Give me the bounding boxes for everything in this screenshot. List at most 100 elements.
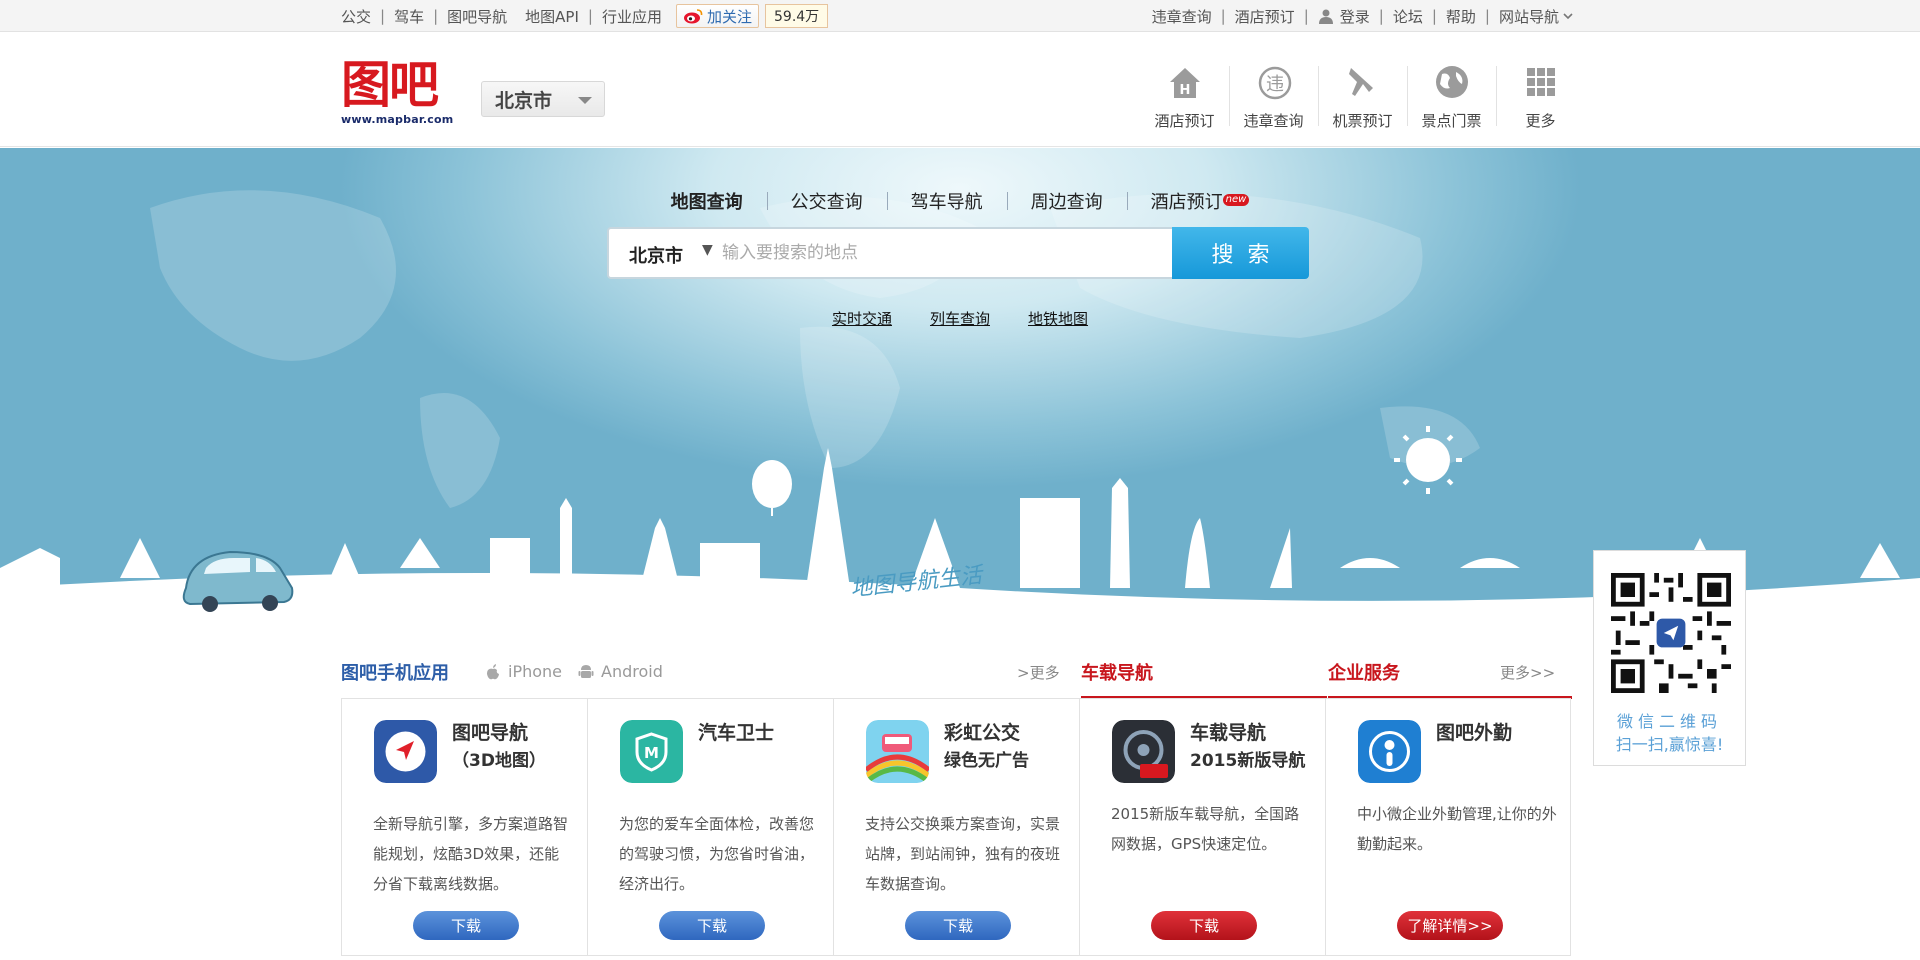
car-illustration (182, 550, 294, 612)
separator: | (380, 7, 386, 25)
mapbar-logo[interactable]: 图吧 www.mapbar.com (341, 59, 453, 126)
toplink-bus[interactable]: 公交 (341, 6, 371, 27)
enterprise-title: 企业服务 (1328, 663, 1400, 684)
tab-bus-search[interactable]: 公交查询 (766, 188, 887, 214)
app-description: 支持公交换乘方案查询，实景站牌，到站闹钟，独有的夜班车数据查询。 (865, 815, 1061, 893)
toplink-hotel[interactable]: 酒店预订 (1235, 6, 1295, 27)
separator: | (1484, 7, 1490, 25)
dropdown-arrow-icon[interactable]: ▼ (702, 242, 713, 258)
app-name: 图吧导航 （3D地图） (452, 722, 546, 771)
chevron-down-icon (1563, 13, 1573, 20)
platform-iphone[interactable]: iPhone (484, 662, 562, 681)
tab-nearby-search[interactable]: 周边查询 (1006, 188, 1127, 214)
car-navigation-app-icon[interactable] (1112, 720, 1175, 783)
quick-nav-hotel[interactable]: H 酒店预订 (1140, 62, 1229, 131)
svg-text:违: 违 (1266, 74, 1284, 95)
top-right-links: 违章查询 | 酒店预订 | 登录 | 论坛 | 帮助 | 网站导航 (1152, 0, 1574, 32)
mapbar-nav-app-icon[interactable] (374, 720, 437, 783)
login-link[interactable]: 登录 (1340, 6, 1370, 27)
car-nav-title: 车载导航 (1081, 663, 1153, 684)
download-button[interactable]: 下载 (413, 911, 519, 940)
qr-code-image (1611, 573, 1731, 693)
qr-caption-title: 微信二维码 (1616, 712, 1722, 731)
learn-more-button[interactable]: 了解详情>> (1397, 911, 1503, 940)
search-city-select[interactable]: 北京市 (629, 242, 683, 268)
user-icon (1318, 9, 1333, 24)
app-cards: 图吧导航 （3D地图） 全新导航引擎，多方案道路智能规划，炫酷3D效果，还能分省… (341, 698, 1571, 956)
download-button[interactable]: 下载 (659, 911, 765, 940)
violation-icon: 违 (1258, 66, 1291, 100)
app-name: 彩虹公交 绿色无广告 (944, 722, 1029, 771)
hotel-icon: H (1169, 68, 1200, 98)
link-subway-map[interactable]: 地铁地图 (1028, 308, 1088, 329)
quick-nav-label: 机票预订 (1332, 112, 1393, 130)
app-card-car-navigation: 车载导航 2015新版导航 2015新版车载导航，全国路网数据，GPS快速定位。… (1079, 698, 1325, 956)
tab-hotel-booking[interactable]: 酒店预订 new (1126, 188, 1274, 214)
quick-nav-violation[interactable]: 违 违章查询 (1229, 62, 1318, 131)
toplink-navigation[interactable]: 图吧导航 (447, 6, 507, 27)
weibo-follow-label: 加关注 (706, 7, 752, 26)
download-button[interactable]: 下载 (1151, 911, 1257, 940)
search-button[interactable]: 搜索 (1172, 227, 1309, 279)
tab-hotel-booking-label: 酒店预订 (1150, 192, 1223, 213)
separator: | (1303, 7, 1309, 25)
svg-text:M: M (644, 744, 659, 762)
plane-icon (1348, 68, 1373, 96)
svg-text:H: H (1179, 83, 1190, 98)
forum-link[interactable]: 论坛 (1393, 6, 1423, 27)
quick-nav-tickets[interactable]: 景点门票 (1407, 62, 1496, 131)
globe-icon (1435, 66, 1468, 98)
app-description: 2015新版车载导航，全国路网数据，GPS快速定位。 (1111, 805, 1300, 853)
site-nav-link[interactable]: 网站导航 (1499, 6, 1559, 27)
logo-url: www.mapbar.com (341, 113, 454, 126)
enterprise-more-link[interactable]: 更多>> (1500, 662, 1555, 683)
separator: | (433, 7, 439, 25)
field-service-app-icon[interactable] (1358, 720, 1421, 783)
weibo-icon (683, 9, 703, 24)
app-card-car-guard: M 汽车卫士 为您的爱车全面体检，改善您的驾驶习惯，为您省时省油，经济出行。 下… (587, 698, 833, 956)
app-name: 汽车卫士 (698, 722, 775, 744)
android-icon (578, 664, 594, 678)
tab-map-search[interactable]: 地图查询 (647, 188, 767, 214)
toplink-industry[interactable]: 行业应用 (602, 6, 662, 27)
app-card-field-service: 图吧外勤 中小微企业外勤管理,让你的外勤勤起来。 了解详情>> (1325, 698, 1571, 956)
weibo-follow-button[interactable]: 加关注 (675, 4, 759, 28)
separator: | (1220, 7, 1226, 25)
app-description: 为您的爱车全面体检，改善您的驾驶习惯，为您省时省油，经济出行。 (619, 815, 815, 893)
toplink-map-api[interactable]: 地图API (525, 6, 579, 27)
top-left-links: 公交 | 驾车 | 图吧导航 地图API | 行业应用 加关注 59.4万 (341, 0, 829, 32)
qr-caption-promo: 扫一扫,赢惊喜! (1615, 735, 1724, 754)
tab-drive-nav[interactable]: 驾车导航 (886, 188, 1007, 214)
top-utility-bar: 公交 | 驾车 | 图吧导航 地图API | 行业应用 加关注 59.4万 违章… (0, 0, 1920, 32)
app-description: 中小微企业外勤管理,让你的外勤勤起来。 (1357, 805, 1557, 853)
rainbow-bus-app-icon[interactable] (866, 720, 929, 783)
toplink-drive[interactable]: 驾车 (394, 6, 424, 27)
car-guard-app-icon[interactable]: M (620, 720, 683, 783)
quick-nav-flight[interactable]: 机票预订 (1318, 62, 1407, 131)
city-selector[interactable]: 北京市 (481, 81, 605, 117)
separator: | (1431, 7, 1437, 25)
toplink-violation[interactable]: 违章查询 (1152, 6, 1212, 27)
quick-nav-more[interactable]: 更多 (1496, 62, 1585, 131)
search-mode-tabs: 地图查询 公交查询 驾车导航 周边查询 酒店预订 new (0, 188, 1920, 214)
quick-nav-label: 更多 (1525, 112, 1556, 130)
apple-icon (487, 663, 499, 679)
search-input[interactable] (722, 235, 1162, 271)
quick-nav-label: 景点门票 (1421, 112, 1482, 130)
separator: | (587, 7, 593, 25)
quick-nav-label: 酒店预订 (1154, 112, 1215, 130)
separator: | (1378, 7, 1384, 25)
grid-icon (1526, 68, 1555, 96)
quick-nav: H 酒店预订 违 违章查询 机票预订 景点门票 更多 (1140, 62, 1585, 131)
mobile-apps-title: 图吧手机应用 (341, 663, 449, 684)
download-button[interactable]: 下载 (905, 911, 1011, 940)
link-live-traffic[interactable]: 实时交通 (832, 308, 892, 329)
platform-android[interactable]: Android (577, 662, 663, 681)
mobile-apps-more-link[interactable]: >更多 (1017, 662, 1060, 683)
new-badge: new (1222, 194, 1250, 206)
help-link[interactable]: 帮助 (1446, 6, 1476, 27)
quick-nav-label: 违章查询 (1243, 112, 1304, 130)
link-train-search[interactable]: 列车查询 (930, 308, 990, 329)
weibo-follower-count: 59.4万 (765, 4, 829, 28)
site-header: 图吧 www.mapbar.com 北京市 H 酒店预订 违 违章查询 机票预订 (0, 32, 1920, 147)
